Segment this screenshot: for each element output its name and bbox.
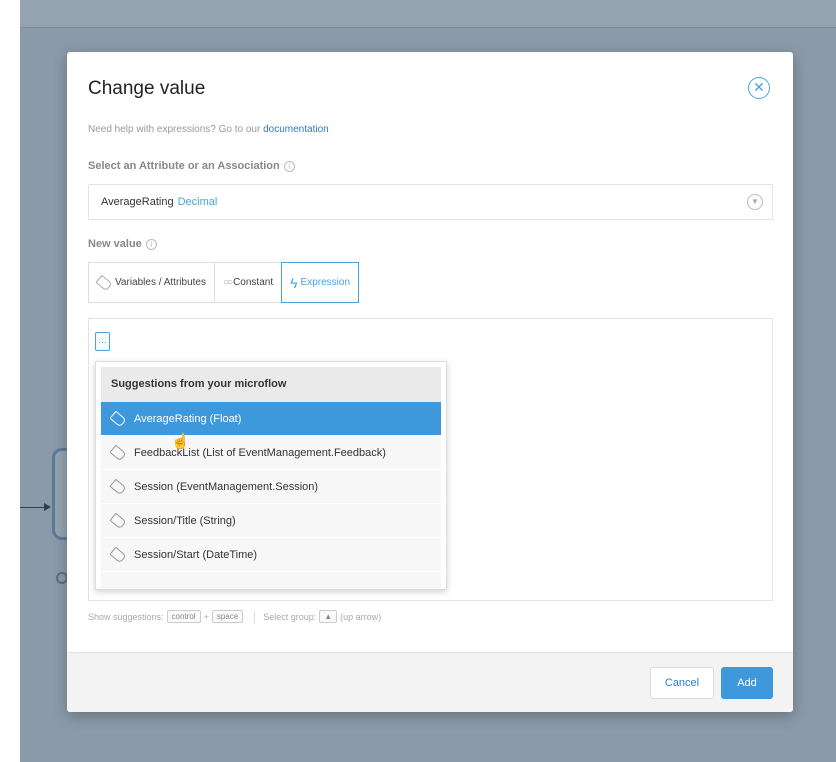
background-toolbar [20, 0, 836, 28]
tab-label: Variables / Attributes [115, 277, 206, 288]
tag-icon [95, 274, 113, 291]
tag-icon [109, 444, 127, 461]
help-text: Need help with expressions? Go to our do… [88, 124, 329, 135]
suggestions-header: Suggestions from your microflow [101, 367, 441, 402]
tag-icon [109, 546, 127, 563]
help-prefix: Need help with expressions? Go to our [88, 124, 261, 135]
attribute-select[interactable]: AverageRating Decimal ▼ [88, 184, 773, 220]
suggestion-item[interactable]: FeedbackList (List of EventManagement.Fe… [101, 436, 441, 470]
suggestion-label: Session (EventManagement.Session) [134, 480, 319, 493]
attribute-label-text: Select an Attribute or an Association [88, 160, 280, 172]
suggestions-dropdown: Suggestions from your microflow AverageR… [95, 361, 447, 590]
add-button[interactable]: Add [721, 667, 773, 699]
attribute-type: Decimal [177, 196, 218, 208]
tag-icon [109, 512, 127, 529]
close-icon[interactable]: ✕ [748, 77, 770, 99]
key-space: space [211, 610, 244, 623]
dialog-title: Change value [88, 78, 206, 99]
tab-label: Constant [233, 277, 274, 288]
cancel-button[interactable]: Cancel [650, 667, 714, 699]
suggestion-item-partial[interactable] [101, 572, 441, 589]
background-arrow-icon [44, 503, 51, 511]
new-value-label-text: New value [88, 238, 142, 250]
tab-expression[interactable]: ϟ Expression [281, 262, 359, 303]
suggestion-item[interactable]: Session/Title (String) [101, 504, 441, 538]
background-flow-line [20, 507, 46, 508]
suggestion-item[interactable]: AverageRating (Float) [101, 402, 441, 436]
attribute-name: AverageRating [101, 196, 174, 208]
hint-group-label: Select group: [263, 611, 317, 622]
suggestion-label: AverageRating (Float) [134, 412, 242, 425]
attribute-label: Select an Attribute or an Association i [88, 160, 295, 172]
tag-icon [109, 410, 127, 427]
lightning-icon: ϟ [290, 274, 298, 291]
attribute-select-value: AverageRating Decimal [101, 196, 217, 208]
hint-plus: + [203, 611, 209, 622]
documentation-link[interactable]: documentation [263, 124, 329, 135]
suggestion-item[interactable]: Session (EventManagement.Session) [101, 470, 441, 504]
tab-label: Expression [300, 277, 350, 288]
suggestion-item[interactable]: Session/Start (DateTime) [101, 538, 441, 572]
circles-icon: ○○ [222, 277, 233, 288]
key-control: control [166, 610, 201, 623]
change-value-dialog: Change value ✕ Need help with expression… [67, 52, 793, 712]
new-value-label: New value i [88, 238, 157, 250]
hint-group-suffix: (up arrow) [340, 611, 382, 622]
hint-show-label: Show suggestions: [88, 611, 164, 622]
tab-constant[interactable]: ○○ Constant [213, 262, 283, 303]
key-up-arrow: ▲ [319, 610, 338, 623]
suggestions-toggle-button[interactable]: … [95, 332, 110, 351]
suggestion-label: Session/Start (DateTime) [134, 548, 258, 561]
tab-variables-attributes[interactable]: Variables / Attributes [88, 262, 215, 303]
info-icon[interactable]: i [283, 160, 295, 172]
value-type-toggle: Variables / Attributes ○○ Constant ϟ Exp… [88, 262, 359, 303]
info-icon[interactable]: i [145, 238, 157, 250]
keyboard-hints: Show suggestions: control + space Select… [88, 610, 381, 623]
hint-divider [254, 610, 256, 623]
hand-cursor-icon: ☝ [171, 433, 190, 450]
chevron-down-icon[interactable]: ▼ [747, 194, 763, 210]
tag-icon [109, 478, 127, 495]
suggestion-label: Session/Title (String) [134, 514, 236, 527]
dialog-footer: Cancel Add [67, 652, 793, 712]
